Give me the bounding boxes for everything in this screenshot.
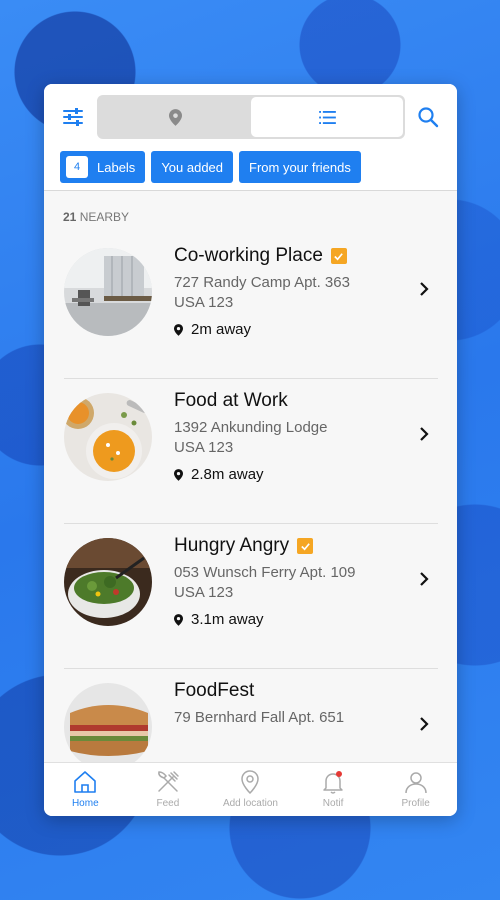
place-address-line1: 053 Wunsch Ferry Apt. 109 xyxy=(174,564,356,581)
verified-check-icon xyxy=(297,538,314,554)
search-button[interactable] xyxy=(417,106,439,128)
place-address: 1392 Ankunding Lodge USA 123 xyxy=(174,418,327,458)
place-distance-text: 2.8m away xyxy=(191,466,264,483)
place-info: FoodFest 79 Bernhard Fall Apt. 651 xyxy=(174,679,344,728)
bottom-tab-bar: Home Feed Add location Notif Profile xyxy=(44,762,457,816)
list-item[interactable]: Food at Work 1392 Ankunding Lodge USA 12… xyxy=(64,379,438,524)
place-name-row: Food at Work xyxy=(174,389,327,413)
place-name-row: Co-working Place xyxy=(174,244,350,268)
place-address: 727 Randy Camp Apt. 363 USA 123 xyxy=(174,273,350,313)
place-info: Co-working Place 727 Randy Camp Apt. 363… xyxy=(174,244,350,338)
you-added-chip-label: You added xyxy=(161,159,224,175)
view-toggle xyxy=(97,95,405,139)
tab-feed[interactable]: Feed xyxy=(127,763,210,816)
place-address-line1: 1392 Ankunding Lodge xyxy=(174,419,328,436)
map-pin-icon xyxy=(168,108,182,126)
from-friends-chip[interactable]: From your friends xyxy=(239,151,361,183)
user-icon xyxy=(404,772,427,794)
place-address: 79 Bernhard Fall Apt. 651 xyxy=(174,708,344,728)
place-photo xyxy=(64,393,152,481)
list-item[interactable]: Co-working Place 727 Randy Camp Apt. 363… xyxy=(64,234,438,379)
place-distance: 3.1m away xyxy=(174,611,356,628)
place-address-line2: USA 123 xyxy=(174,439,234,456)
list-view-tab[interactable] xyxy=(251,97,403,137)
places-list: Co-working Place 727 Randy Camp Apt. 363… xyxy=(64,234,438,814)
fork-knife-icon xyxy=(158,771,179,792)
labels-chip[interactable]: 4 Labels xyxy=(60,151,146,183)
tab-profile[interactable]: Profile xyxy=(374,763,457,816)
labels-count-badge: 4 xyxy=(66,156,88,178)
chevron-right-icon xyxy=(420,427,429,441)
place-info: Food at Work 1392 Ankunding Lodge USA 12… xyxy=(174,389,327,483)
place-address: 053 Wunsch Ferry Apt. 109 USA 123 xyxy=(174,563,356,603)
tab-notif-label: Notif xyxy=(322,798,344,809)
list-item[interactable]: Hungry Angry 053 Wunsch Ferry Apt. 109 U… xyxy=(64,524,438,669)
place-name: FoodFest xyxy=(174,680,255,701)
tab-home-label: Home xyxy=(71,798,99,809)
place-name-row: Hungry Angry xyxy=(174,534,356,558)
place-address-line1: 79 Bernhard Fall Apt. 651 xyxy=(174,709,345,726)
tab-add-location-label: Add location xyxy=(222,798,278,809)
place-address-line2: USA 123 xyxy=(174,294,234,311)
sliders-icon xyxy=(63,108,83,126)
list-icon xyxy=(318,110,336,124)
from-friends-chip-label: From your friends xyxy=(249,159,351,175)
app-card: 4 Labels You added From your friends 21 … xyxy=(44,84,457,816)
tab-notif[interactable]: Notif xyxy=(292,763,375,816)
place-distance: 2.8m away xyxy=(174,466,327,483)
tab-feed-label: Feed xyxy=(156,798,180,809)
map-pin-icon xyxy=(174,468,183,481)
filter-chips: 4 Labels You added From your friends xyxy=(60,151,361,183)
tab-profile-label: Profile xyxy=(401,798,430,809)
labels-chip-label: Labels xyxy=(97,159,136,175)
place-name: Hungry Angry xyxy=(174,535,290,556)
map-pin-icon xyxy=(174,613,183,626)
tab-add-location[interactable]: Add location xyxy=(209,763,292,816)
nearby-count: 21 NEARBY xyxy=(63,210,129,224)
place-info: Hungry Angry 053 Wunsch Ferry Apt. 109 U… xyxy=(174,534,356,628)
place-distance-text: 3.1m away xyxy=(191,611,264,628)
map-view-tab[interactable] xyxy=(99,97,251,137)
place-name: Food at Work xyxy=(174,390,288,411)
bell-icon xyxy=(323,771,343,794)
place-distance-text: 2m away xyxy=(191,321,252,338)
chevron-right-icon xyxy=(420,282,429,296)
chevron-right-icon xyxy=(420,717,429,731)
place-photo xyxy=(64,683,152,771)
nearby-number: 21 xyxy=(63,210,77,224)
notification-dot xyxy=(336,771,343,777)
filter-button[interactable] xyxy=(62,106,84,128)
place-address-line2: USA 123 xyxy=(174,584,234,601)
top-bar: 4 Labels You added From your friends xyxy=(44,84,457,191)
search-icon xyxy=(418,107,439,128)
place-name-row: FoodFest xyxy=(174,679,344,703)
home-icon xyxy=(74,771,97,793)
place-name: Co-working Place xyxy=(174,245,323,266)
place-photo xyxy=(64,538,152,626)
map-pin-icon xyxy=(174,323,183,336)
tab-home[interactable]: Home xyxy=(44,763,127,816)
place-photo xyxy=(64,248,152,336)
verified-check-icon xyxy=(330,248,347,264)
location-pin-icon xyxy=(241,770,260,795)
place-distance: 2m away xyxy=(174,321,350,338)
chevron-right-icon xyxy=(420,572,429,586)
place-address-line1: 727 Randy Camp Apt. 363 xyxy=(174,274,350,291)
you-added-chip[interactable]: You added xyxy=(151,151,234,183)
nearby-label: NEARBY xyxy=(79,210,130,224)
